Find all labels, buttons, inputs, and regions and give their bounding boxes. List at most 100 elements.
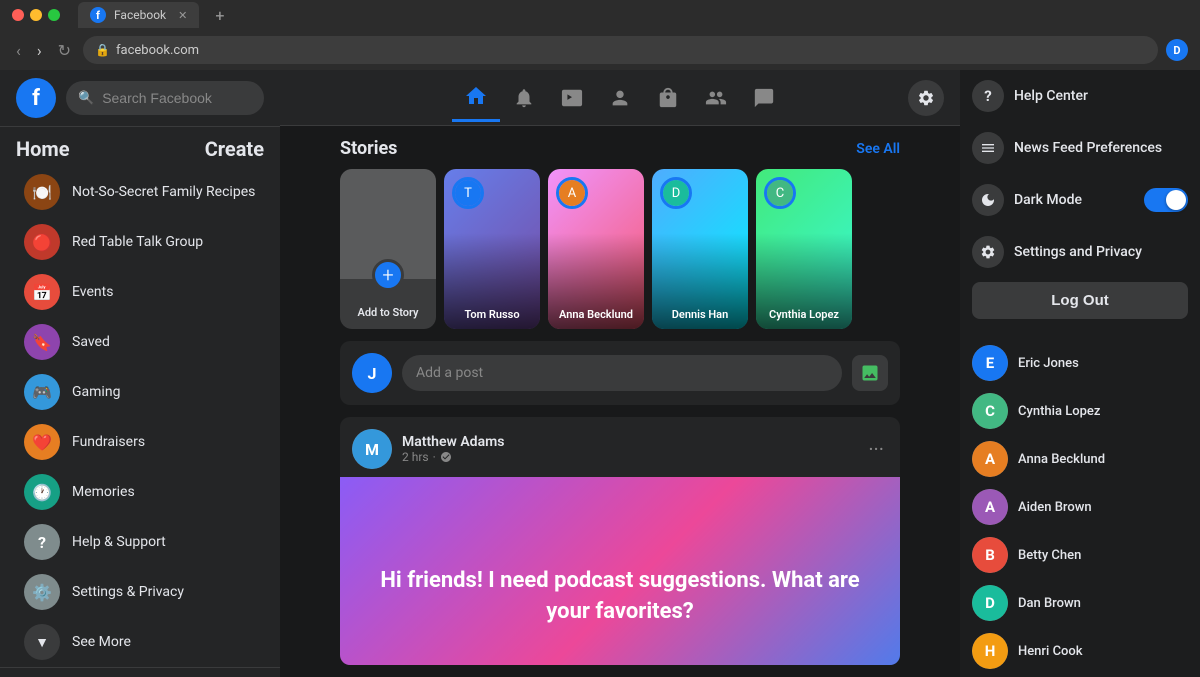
story-avatar-tom: T	[452, 177, 484, 209]
friend-name-betty: Betty Chen	[1018, 548, 1081, 563]
sidebar-header: f 🔍	[0, 70, 280, 127]
post-time: 2 hrs ·	[402, 450, 854, 464]
friend-item-eric[interactable]: E Eric Jones	[960, 339, 1200, 387]
sidebar-item-saved[interactable]: 🔖 Saved	[8, 318, 272, 366]
nav-marketplace-button[interactable]	[644, 74, 692, 122]
dark-mode-label: Dark Mode	[1014, 192, 1082, 208]
menu-item-help-center[interactable]: ? Help Center	[960, 70, 1200, 122]
top-nav-wrapper	[280, 74, 960, 122]
refresh-button[interactable]: ↻	[54, 39, 75, 62]
events-label: Events	[72, 284, 113, 300]
friend-item-dan[interactable]: D Dan Brown	[960, 579, 1200, 627]
red-table-label: Red Table Talk Group	[72, 234, 203, 250]
nav-notifications-button[interactable]	[500, 74, 548, 122]
gaming-label: Gaming	[72, 384, 120, 400]
settings-button[interactable]	[908, 80, 944, 116]
friend-avatar-henri: H	[972, 633, 1008, 669]
post-author: Matthew Adams	[402, 434, 854, 450]
sidebar-item-help[interactable]: ? Help & Support	[8, 518, 272, 566]
post-image: Hi friends! I need podcast suggestions. …	[340, 477, 900, 665]
friend-item-anna[interactable]: A Anna Becklund	[960, 435, 1200, 483]
forward-button[interactable]: ›	[33, 39, 46, 62]
memories-icon: 🕐	[24, 474, 60, 510]
see-more-icon: ▼	[24, 624, 60, 660]
friend-avatar-dan: D	[972, 585, 1008, 621]
friend-avatar-aiden: A	[972, 489, 1008, 525]
nav-groups-button[interactable]	[692, 74, 740, 122]
news-feed-label: News Feed Preferences	[1014, 140, 1162, 156]
stories-section: Stories See All + Add to Story T	[340, 138, 900, 329]
close-button[interactable]	[12, 9, 24, 21]
sidebar-footer: Privacy · Terms · Advertising · Ad Choic…	[0, 667, 280, 677]
maximize-button[interactable]	[48, 9, 60, 21]
photo-button[interactable]	[852, 355, 888, 391]
post-header: M Matthew Adams 2 hrs · ···	[340, 417, 900, 477]
address-bar[interactable]: 🔒 facebook.com	[83, 36, 1158, 64]
browser-toolbar: ‹ › ↻ 🔒 facebook.com D	[0, 30, 1200, 70]
friend-item-betty[interactable]: B Betty Chen	[960, 531, 1200, 579]
settings-privacy-label: Settings and Privacy	[1014, 244, 1142, 260]
red-table-icon: 🔴	[24, 224, 60, 260]
more-options-button[interactable]: ···	[864, 433, 888, 465]
sidebar-item-family-recipes[interactable]: 🍽️ Not-So-Secret Family Recipes	[8, 168, 272, 216]
browser-profile[interactable]: D	[1166, 39, 1188, 61]
story-card-cynthia[interactable]: C Cynthia Lopez	[756, 169, 852, 329]
dark-mode-toggle[interactable]	[1144, 188, 1188, 212]
settings-label: Settings & Privacy	[72, 584, 184, 600]
family-recipes-label: Not-So-Secret Family Recipes	[72, 184, 255, 200]
menu-item-news-feed-prefs[interactable]: News Feed Preferences	[960, 122, 1200, 174]
stories-header: Stories See All	[340, 138, 900, 169]
sidebar-item-see-more[interactable]: ▼ See More	[8, 618, 272, 666]
post-text: Hi friends! I need podcast suggestions. …	[340, 546, 900, 648]
see-more-label: See More	[72, 634, 131, 650]
home-label: Home	[16, 137, 70, 161]
search-bar[interactable]: 🔍	[66, 81, 264, 115]
nav-messenger-button[interactable]	[740, 74, 788, 122]
tab-close-icon[interactable]: ✕	[178, 9, 187, 22]
friend-item-aiden[interactable]: A Aiden Brown	[960, 483, 1200, 531]
stories-list: + Add to Story T Tom Russo	[340, 169, 900, 329]
help-label: Help & Support	[72, 534, 166, 550]
dark-mode-icon	[972, 184, 1004, 216]
add-story-card[interactable]: + Add to Story	[340, 169, 436, 329]
toggle-knob	[1166, 190, 1186, 210]
app-layout: f 🔍 Home Create 🍽️ Not-So-Secret Family …	[0, 70, 1200, 677]
story-card-tom[interactable]: T Tom Russo	[444, 169, 540, 329]
nav-profile-button[interactable]	[596, 74, 644, 122]
sidebar-item-memories[interactable]: 🕐 Memories	[8, 468, 272, 516]
top-nav	[280, 70, 960, 126]
sidebar-item-settings[interactable]: ⚙️ Settings & Privacy	[8, 568, 272, 616]
friend-item-cynthia[interactable]: C Cynthia Lopez	[960, 387, 1200, 435]
saved-icon: 🔖	[24, 324, 60, 360]
nav-home-button[interactable]	[452, 74, 500, 122]
story-card-dennis[interactable]: D Dennis Han	[652, 169, 748, 329]
logout-button[interactable]: Log Out	[972, 282, 1188, 319]
friend-name-aiden: Aiden Brown	[1018, 500, 1092, 515]
story-name-anna: Anna Becklund	[548, 308, 644, 321]
nav-watch-button[interactable]	[548, 74, 596, 122]
friend-name-cynthia: Cynthia Lopez	[1018, 404, 1100, 419]
sidebar-item-fundraisers[interactable]: ❤️ Fundraisers	[8, 418, 272, 466]
menu-item-settings-privacy[interactable]: Settings and Privacy	[960, 226, 1200, 278]
right-panel: Josephine Williams ? Help Center News Fe…	[960, 70, 1200, 677]
search-input[interactable]	[102, 90, 252, 106]
sidebar-section-title: Home Create	[0, 127, 280, 167]
sidebar-item-red-table[interactable]: 🔴 Red Table Talk Group	[8, 218, 272, 266]
new-tab-icon[interactable]: +	[215, 6, 224, 25]
composer-input[interactable]: Add a post	[402, 355, 842, 391]
browser-tab[interactable]: f Facebook ✕	[78, 2, 199, 28]
story-card-anna[interactable]: A Anna Becklund	[548, 169, 644, 329]
sidebar-item-gaming[interactable]: 🎮 Gaming	[8, 368, 272, 416]
minimize-button[interactable]	[30, 9, 42, 21]
sidebar-item-events[interactable]: 📅 Events	[8, 268, 272, 316]
lock-icon: 🔒	[95, 43, 110, 57]
friend-item-henri[interactable]: H Henri Cook	[960, 627, 1200, 675]
create-button[interactable]: Create	[205, 137, 264, 161]
composer-top: J Add a post	[352, 353, 888, 393]
see-all-button[interactable]: See All	[856, 141, 900, 157]
menu-item-dark-mode[interactable]: Dark Mode	[960, 174, 1200, 226]
story-name-tom: Tom Russo	[444, 308, 540, 321]
back-button[interactable]: ‹	[12, 39, 25, 62]
friend-name-henri: Henri Cook	[1018, 644, 1083, 659]
post-card: M Matthew Adams 2 hrs · ··· Hi friends! …	[340, 417, 900, 665]
